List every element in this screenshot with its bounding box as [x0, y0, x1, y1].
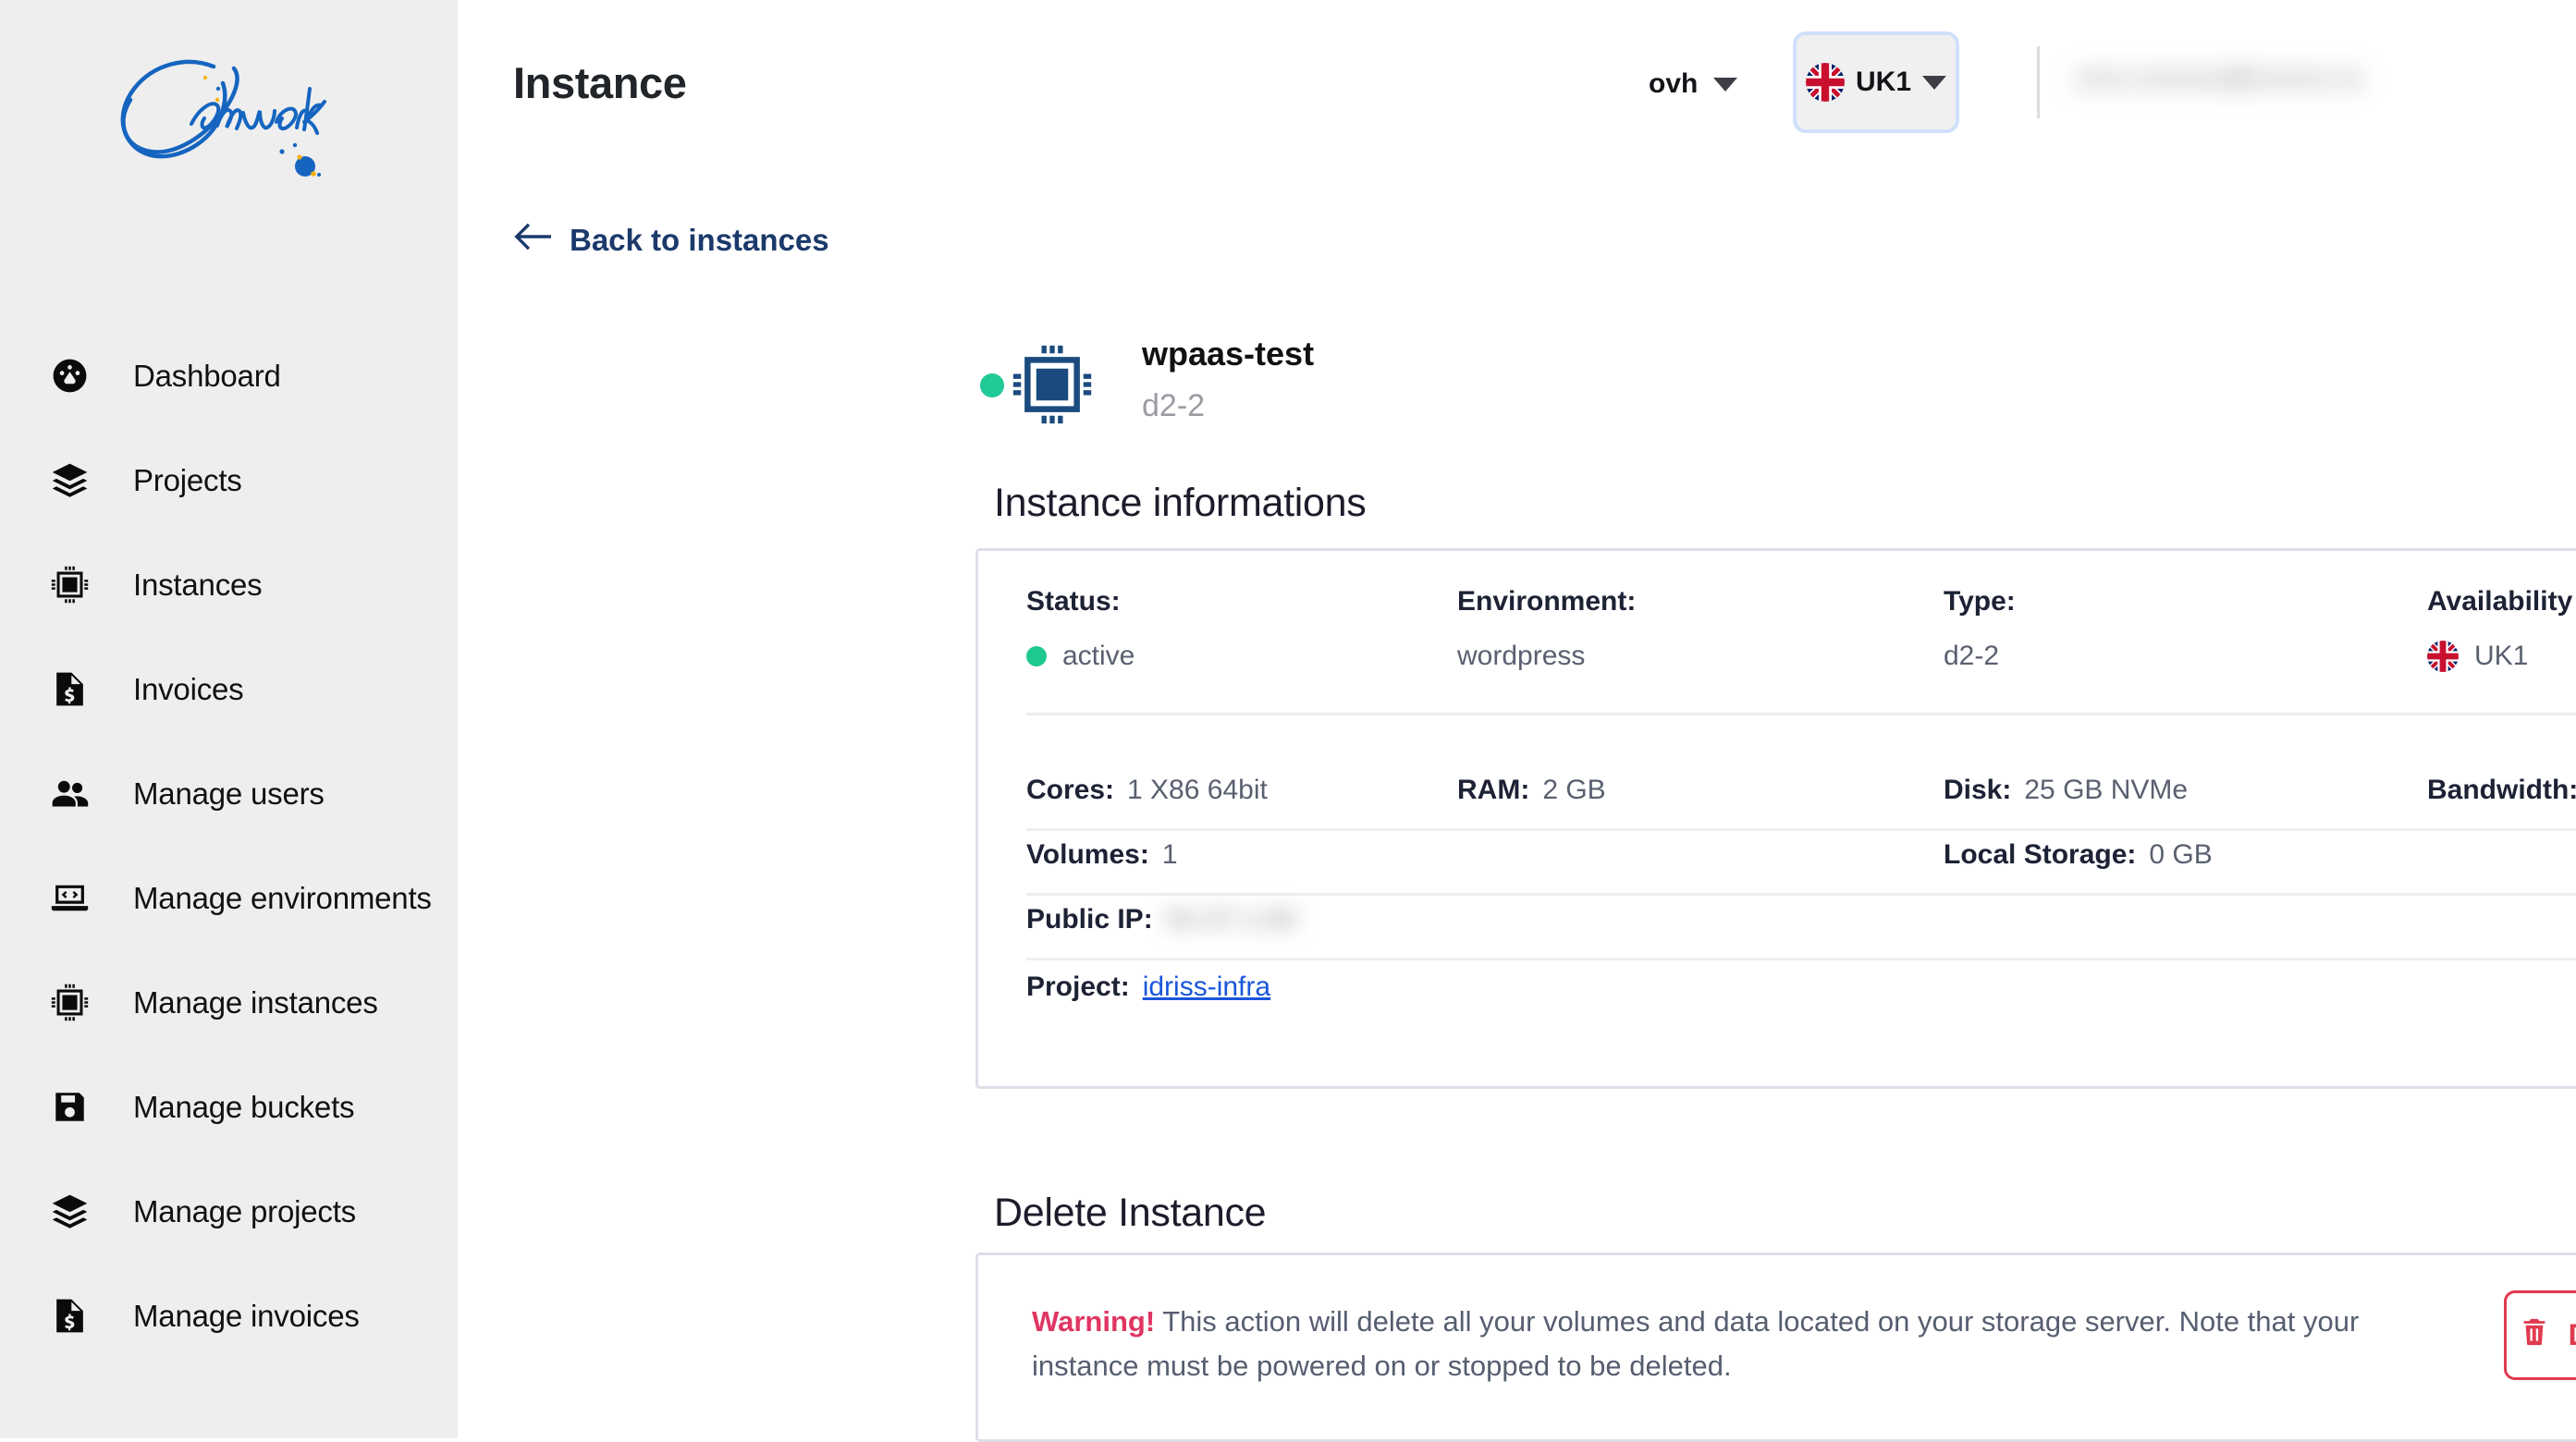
- user-email: xxxx.xxxxxxx@xxxxxx.xx: [2076, 63, 2362, 92]
- info-cell-disk: Disk: 25 GB NVMe: [1944, 775, 2189, 805]
- uk-flag-icon: [1805, 63, 1845, 102]
- trash-icon: [2519, 1316, 2550, 1355]
- info-cell-ram: RAM: 2 GB: [1457, 775, 1606, 805]
- sidebar-item-label: Manage buckets: [133, 1089, 355, 1124]
- info-cell-environment: Environment: wordpress: [1457, 586, 1637, 671]
- info-cell-public-ip: Public IP: 54.37.1.84: [1026, 904, 1297, 935]
- warning-label: Warning!: [1032, 1305, 1156, 1338]
- sidebar-item-manage-environments[interactable]: Manage environments: [0, 846, 458, 950]
- instance-status-dot: [980, 373, 1004, 397]
- environment-value: wordpress: [1457, 641, 1586, 671]
- instance-name: wpaas-test: [1142, 335, 1315, 373]
- delete-button-label: Delete Instance: [2569, 1318, 2576, 1352]
- sidebar-item-manage-instances[interactable]: Manage instances: [0, 950, 458, 1055]
- info-cell-type: Type: d2-2: [1944, 586, 2016, 671]
- status-dot: [1026, 646, 1047, 666]
- sidebar-item-label: Instances: [133, 567, 263, 602]
- comwork-logo[interactable]: [0, 17, 458, 238]
- back-link-label: Back to instances: [570, 223, 829, 257]
- provider-dropdown[interactable]: ovh: [1649, 68, 1738, 100]
- delete-instance-heading: Delete Instance: [994, 1191, 1267, 1235]
- layers-icon: [39, 1191, 100, 1231]
- back-to-instances-link[interactable]: Back to instances: [513, 222, 829, 259]
- sidebar-item-label: Manage instances: [133, 984, 378, 1020]
- header-divider: [2037, 46, 2040, 118]
- ram-value: 2 GB: [1542, 775, 1606, 805]
- project-link[interactable]: idriss-infra: [1143, 972, 1270, 1003]
- public-ip-value: 54.37.1.84: [1165, 904, 1297, 935]
- sidebar-item-manage-users[interactable]: Manage users: [0, 741, 458, 846]
- invoice-dollar-icon: [39, 1296, 100, 1336]
- volumes-value: 1: [1161, 839, 1178, 870]
- sidebar-nav: Dashboard Projects Instances Invoices Ma…: [0, 324, 458, 1368]
- main-content: Instance ovh UK1 xxxx.xxxxxxx@xxxxxx.xx …: [458, 0, 2576, 1442]
- laptop-code-icon: [39, 878, 100, 918]
- status-value: active: [1062, 641, 1135, 671]
- instance-informations-card: Status: active Environment: wordpress Ty…: [975, 548, 2576, 1089]
- sidebar-item-label: Invoices: [133, 671, 244, 706]
- users-icon: [39, 774, 100, 813]
- sidebar-item-invoices[interactable]: Invoices: [0, 637, 458, 741]
- provider-label: ovh: [1649, 68, 1699, 99]
- row-divider: [1026, 828, 2576, 831]
- floppy-disk-icon: [39, 1087, 100, 1127]
- sidebar-item-label: Projects: [133, 462, 242, 497]
- cpu-chip-icon: [39, 983, 100, 1022]
- info-cell-project: Project: idriss-infra: [1026, 972, 1271, 1003]
- sidebar-item-projects[interactable]: Projects: [0, 428, 458, 532]
- sidebar-item-manage-buckets[interactable]: Manage buckets: [0, 1055, 458, 1159]
- sidebar-item-manage-projects[interactable]: Manage projects: [0, 1159, 458, 1264]
- delete-instance-card: Warning! This action will delete all you…: [975, 1253, 2576, 1442]
- row-divider: [1026, 713, 2576, 715]
- delete-instance-button[interactable]: Delete Instance: [2504, 1290, 2576, 1380]
- zone-dropdown[interactable]: UK1: [1793, 31, 1959, 133]
- info-cell-availability-zone: Availability Zone: UK1: [2427, 586, 2576, 672]
- instance-informations-heading: Instance informations: [994, 481, 1367, 525]
- az-value: UK1: [2474, 641, 2529, 671]
- cpu-chip-icon: [39, 565, 100, 605]
- arrow-left-icon: [513, 222, 551, 259]
- sidebar-item-manage-invoices[interactable]: Manage invoices: [0, 1264, 458, 1368]
- status-value-wrap: active: [1026, 641, 1135, 672]
- sidebar-item-label: Manage environments: [133, 880, 432, 915]
- info-cell-bandwidth: Bandwidth: 100 Mbps: [2427, 775, 2576, 805]
- disk-value: 25 GB NVMe: [2024, 775, 2189, 805]
- cpu-chip-icon: [1010, 342, 1095, 427]
- row-divider: [1026, 958, 2576, 960]
- row-divider: [1026, 893, 2576, 896]
- info-cell-status: Status: active: [1026, 586, 1135, 672]
- cores-value: 1 X86 64bit: [1127, 775, 1268, 805]
- sidebar-item-label: Manage projects: [133, 1193, 356, 1228]
- sidebar-item-label: Dashboard: [133, 358, 281, 393]
- type-value: d2-2: [1944, 641, 2000, 671]
- warning-body: This action will delete all your volumes…: [1032, 1305, 2360, 1383]
- sidebar: Dashboard Projects Instances Invoices Ma…: [0, 0, 458, 1438]
- sidebar-item-dashboard[interactable]: Dashboard: [0, 324, 458, 428]
- info-cell-cores: Cores: 1 X86 64bit: [1026, 775, 1268, 805]
- zone-label: UK1: [1855, 67, 1911, 97]
- chevron-down-icon: [1922, 75, 1946, 90]
- info-cell-volumes: Volumes: 1: [1026, 839, 1178, 870]
- sidebar-item-instances[interactable]: Instances: [0, 532, 458, 637]
- layers-icon: [39, 460, 100, 500]
- az-value-wrap: UK1: [2427, 641, 2576, 672]
- chevron-down-icon: [1713, 77, 1738, 92]
- uk-flag-icon: [2427, 641, 2459, 672]
- sidebar-item-label: Manage invoices: [133, 1298, 360, 1333]
- info-cell-local-storage: Local Storage: 0 GB: [1944, 839, 2213, 870]
- local-storage-value: 0 GB: [2149, 839, 2213, 870]
- invoice-dollar-icon: [39, 669, 100, 709]
- speedometer-icon: [39, 356, 100, 396]
- page-title: Instance: [513, 58, 687, 107]
- instance-type: d2-2: [1142, 388, 1206, 423]
- delete-warning-text: Warning! This action will delete all you…: [1032, 1300, 2456, 1388]
- sidebar-item-label: Manage users: [133, 776, 325, 811]
